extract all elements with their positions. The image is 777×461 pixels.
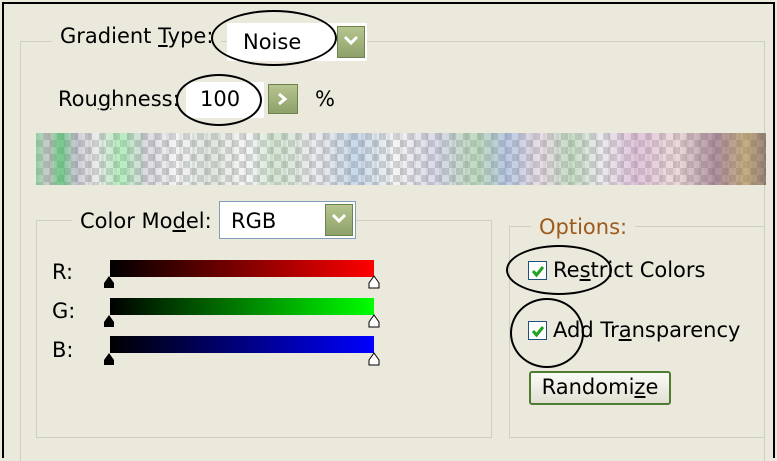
- roughness-highlight-circle: [176, 74, 262, 126]
- gradient-type-highlight-circle: [211, 10, 337, 66]
- chevron-down-icon[interactable]: [337, 26, 365, 58]
- color-model-select[interactable]: RGB: [219, 201, 356, 239]
- channel-r-track[interactable]: [110, 260, 374, 277]
- chevron-down-icon[interactable]: [325, 204, 353, 236]
- randomize-button[interactable]: Randomize: [529, 371, 671, 405]
- channel-r-label: R:: [52, 260, 74, 284]
- channel-b-label: B:: [52, 338, 74, 362]
- chevron-right-icon[interactable]: [268, 84, 298, 114]
- channel-g-track[interactable]: [110, 298, 374, 315]
- channel-b-max-handle[interactable]: [367, 352, 381, 366]
- color-model-group: [36, 220, 492, 438]
- channel-g-min-handle[interactable]: [102, 314, 116, 328]
- channel-b-track[interactable]: [110, 336, 374, 353]
- channel-g-label: G:: [52, 299, 76, 323]
- channel-r-min-handle[interactable]: [102, 275, 116, 289]
- add-transparency-highlight-circle: [510, 298, 584, 368]
- channel-g-max-handle[interactable]: [367, 314, 381, 328]
- channel-b-min-handle[interactable]: [102, 352, 116, 366]
- restrict-colors-highlight-circle: [506, 245, 612, 295]
- color-model-value: RGB: [231, 209, 277, 233]
- roughness-label: Roughness:: [58, 87, 180, 111]
- color-model-label: Color Model:: [72, 209, 220, 233]
- channel-r-max-handle[interactable]: [367, 275, 381, 289]
- roughness-unit: %: [315, 87, 335, 111]
- gradient-preview: [36, 133, 766, 185]
- options-title: Options:: [531, 215, 636, 239]
- gradient-type-label: Gradient Type:: [52, 24, 222, 48]
